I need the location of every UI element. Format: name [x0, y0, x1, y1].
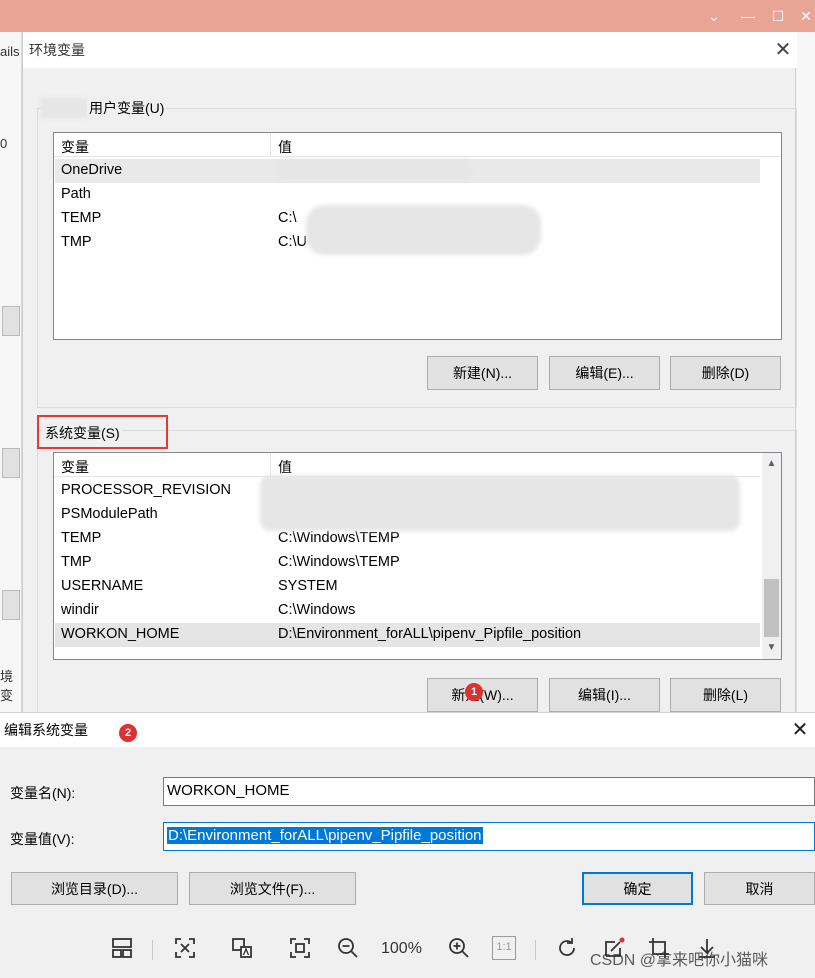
variable-name-text: WORKON_HOME — [167, 782, 290, 799]
step-badge-1: 1 — [465, 683, 483, 701]
table-row[interactable]: Path — [55, 183, 760, 207]
maximize-icon[interactable]: ☐ — [768, 6, 788, 26]
dialog-titlebar: 编辑系统变量 2 ✕ — [0, 713, 815, 747]
scroll-up-icon[interactable]: ▲ — [762, 455, 781, 473]
text-recognition-icon[interactable] — [172, 936, 198, 962]
background-button — [2, 306, 20, 336]
close-icon[interactable]: ✕ — [787, 717, 813, 743]
dialog-title: 编辑系统变量 — [4, 722, 88, 738]
column-divider — [270, 133, 271, 157]
variable-name: TMP — [61, 234, 92, 250]
variable-name-label: 变量名(N): — [10, 785, 76, 801]
redacted-value — [280, 159, 470, 181]
variable-name: WORKON_HOME — [61, 626, 180, 642]
column-header-value[interactable]: 值 — [278, 137, 292, 157]
list-header: 变量 值 — [54, 453, 760, 477]
variable-name-field[interactable]: WORKON_HOME — [163, 777, 815, 806]
column-header-name[interactable]: 变量 — [61, 457, 89, 477]
variable-value: C:\ — [278, 210, 297, 226]
user-variables-label: 用户变量(U) — [87, 98, 167, 118]
ok-button[interactable]: 确定 — [582, 872, 693, 905]
watermark: CSDN @拿来吧你小猫咪 — [590, 952, 769, 969]
variable-value: C:\U — [278, 234, 307, 250]
user-variables-list[interactable]: 变量 值 OneDrive Path TEMP C:\ TMP C:\U — [53, 132, 782, 340]
zoom-in-icon[interactable] — [446, 936, 472, 962]
variable-name: TEMP — [61, 210, 102, 226]
step-badge-2: 2 — [119, 724, 137, 742]
variable-name: windir — [61, 602, 99, 618]
background-button — [2, 448, 20, 478]
column-header-name[interactable]: 变量 — [61, 137, 89, 157]
variable-value: D:\Environment_forALL\pipenv_Pipfile_pos… — [278, 626, 582, 642]
dialog-title: 环境变量 — [29, 42, 85, 58]
variable-value-field[interactable]: D:\Environment_forALL\pipenv_Pipfile_pos… — [163, 822, 815, 851]
scroll-down-icon[interactable]: ▼ — [762, 639, 781, 657]
column-divider — [270, 453, 271, 477]
variable-name: OneDrive — [61, 162, 123, 178]
column-header-value[interactable]: 值 — [278, 457, 292, 477]
browse-file-button[interactable]: 浏览文件(F)... — [189, 872, 356, 905]
variable-name: USERNAME — [61, 578, 144, 594]
variable-value: C:\Windows\TEMP — [278, 530, 400, 546]
background-button — [2, 590, 20, 620]
toolbar-divider — [535, 940, 536, 960]
rotate-icon[interactable] — [554, 936, 580, 962]
background-window-titlebar: ⌄ — ☐ ✕ — [0, 0, 815, 32]
variable-name: PROCESSOR_REVISION — [61, 482, 232, 498]
table-row[interactable]: USERNAME SYSTEM — [55, 575, 760, 599]
variable-name: Path — [61, 186, 91, 202]
system-delete-button[interactable]: 删除(L) — [670, 678, 781, 712]
close-icon[interactable]: ✕ — [796, 6, 815, 26]
actual-size-icon[interactable]: 1:1 — [492, 936, 516, 960]
system-new-button[interactable]: 新建(W)... — [427, 678, 538, 712]
variable-value-label: 变量值(V): — [10, 831, 75, 847]
browse-directory-button[interactable]: 浏览目录(D)... — [11, 872, 178, 905]
dialog-titlebar: 环境变量 ✕ — [23, 32, 797, 68]
user-edit-button[interactable]: 编辑(E)... — [549, 356, 660, 390]
scrollbar-thumb[interactable] — [764, 579, 779, 637]
close-icon[interactable]: ✕ — [769, 36, 797, 64]
redacted-value — [260, 475, 740, 531]
image-viewer-toolbar: 100% 1:1 CSDN @拿来吧你小猫咪 — [0, 920, 815, 978]
redacted-value — [306, 205, 541, 255]
background-text: ails — [0, 44, 20, 59]
translate-icon[interactable] — [229, 936, 255, 962]
list-header: 变量 值 — [54, 133, 781, 157]
variable-value-text: D:\Environment_forALL\pipenv_Pipfile_pos… — [167, 827, 483, 844]
zoom-out-icon[interactable] — [335, 936, 361, 962]
variable-value: C:\Windows\TEMP — [278, 554, 400, 570]
thumbnails-icon[interactable] — [109, 936, 135, 962]
table-row-selected[interactable]: WORKON_HOME D:\Environment_forALL\pipenv… — [55, 623, 760, 647]
chevron-down-icon[interactable]: ⌄ — [704, 6, 724, 26]
environment-variables-dialog: 环境变量 ✕ 用户变量(U) 变量 值 OneDrive Path TEMP C… — [22, 32, 797, 720]
variable-value: SYSTEM — [278, 578, 338, 594]
system-variables-list[interactable]: 变量 值 PROCESSOR_REVISION PSModulePath TEM… — [53, 452, 782, 660]
table-row[interactable]: windir C:\Windows — [55, 599, 760, 623]
cancel-button[interactable]: 取消 — [704, 872, 815, 905]
user-delete-button[interactable]: 删除(D) — [670, 356, 781, 390]
variable-name: PSModulePath — [61, 506, 158, 522]
edit-system-variable-dialog: 编辑系统变量 2 ✕ 变量名(N): WORKON_HOME 变量值(V): D… — [0, 712, 815, 920]
scrollbar[interactable]: ▲ ▼ — [762, 453, 781, 659]
user-new-button[interactable]: 新建(N)... — [427, 356, 538, 390]
highlight-box — [37, 415, 168, 449]
background-text: 0 — [0, 136, 8, 151]
zoom-level: 100% — [381, 940, 422, 957]
fit-screen-icon[interactable] — [287, 936, 313, 962]
toolbar-divider — [152, 940, 153, 960]
table-row[interactable]: TMP C:\Windows\TEMP — [55, 551, 760, 575]
system-edit-button[interactable]: 编辑(I)... — [549, 678, 660, 712]
variable-name: TEMP — [61, 530, 102, 546]
background-text: 境变 — [0, 669, 14, 703]
background-window-right-strip — [796, 32, 815, 712]
minimize-icon[interactable]: — — [738, 6, 758, 26]
background-window-left-strip: ails 0 境变 — [0, 32, 22, 712]
variable-value: C:\Windows — [278, 602, 356, 618]
variable-name: TMP — [61, 554, 92, 570]
redacted-username — [41, 98, 89, 118]
